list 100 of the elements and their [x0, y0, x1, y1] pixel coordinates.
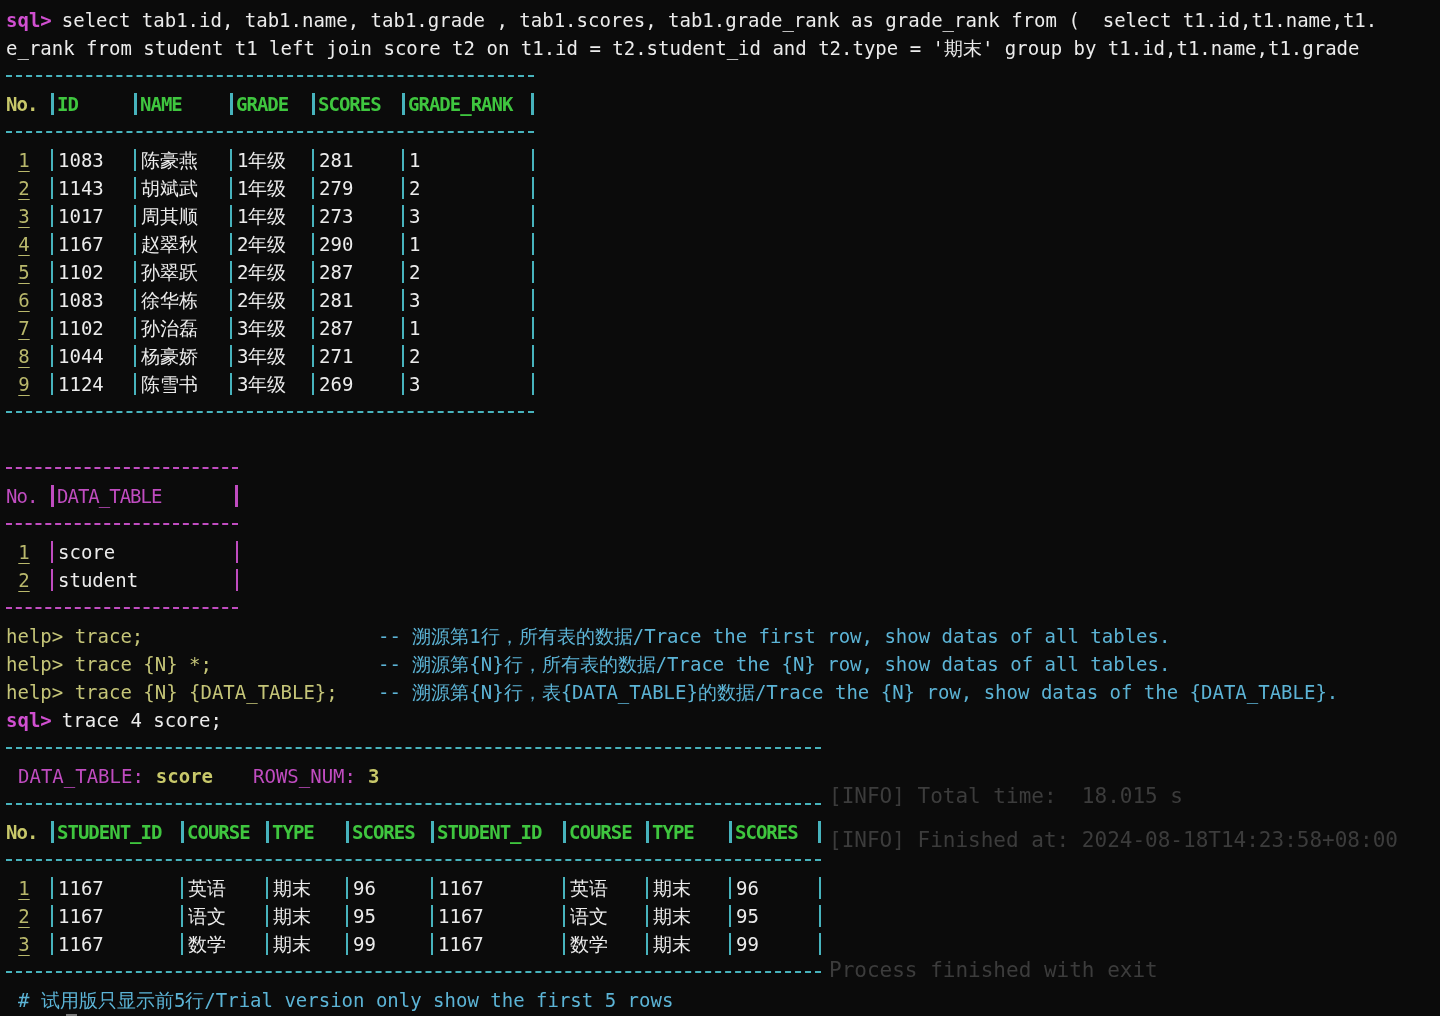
table-cell-text: 269 — [319, 372, 354, 397]
help-command: help> trace {N} *; — [6, 652, 213, 677]
command-text: trace 4 score; — [61, 708, 222, 733]
table-cell-text: student — [58, 568, 139, 593]
table-cell-text: 英语 — [570, 876, 608, 901]
table-cell-text: score — [58, 540, 116, 565]
row-number: 3 — [17, 932, 31, 957]
table-cell-text: 3年级 — [237, 316, 287, 341]
table-cell-text: 3年级 — [237, 344, 287, 369]
prompt: sql> — [6, 8, 52, 33]
table-cell-text: 3 — [409, 288, 421, 313]
column-header: No. — [6, 484, 38, 509]
row-number: 9 — [17, 372, 31, 397]
help-command: help> trace; — [6, 624, 145, 649]
column-header: GRADE — [236, 92, 289, 117]
table-cell-text: 1 — [409, 316, 421, 341]
table-cell-text: 英语 — [188, 876, 226, 901]
table-cell-text: 数学 — [188, 932, 226, 957]
table-cell-text: 期末 — [273, 876, 311, 901]
row-number: 4 — [17, 232, 31, 257]
table-cell-text: 1年级 — [237, 204, 287, 229]
table-cell-text: 99 — [736, 932, 759, 957]
row-number: 2 — [17, 904, 31, 929]
prompt: sql> — [6, 708, 52, 733]
table-cell-text: 1102 — [58, 316, 104, 341]
row-number: 2 — [17, 568, 31, 593]
column-header: ID — [57, 92, 78, 117]
table-cell-text: 胡斌武 — [141, 176, 198, 201]
table-cell-text: 期末 — [653, 876, 691, 901]
table-cell-text: 2年级 — [237, 260, 287, 285]
help-description: -- 溯源第{N}行，表{DATA_TABLE}的数据/Trace the {N} row, show datas of the {DATA_TABLE}. — [378, 680, 1339, 706]
help-description: -- 溯源第1行，所有表的数据/Trace the first row, show datas of all tables. — [378, 624, 1171, 649]
table-cell-text: 数学 — [570, 932, 608, 957]
table-cell-text: 287 — [319, 316, 354, 341]
table-cell-text: 95 — [353, 904, 376, 929]
column-header: TYPE — [272, 820, 314, 845]
column-header: STUDENT_ID — [437, 820, 542, 846]
column-header: SCORES — [352, 820, 415, 845]
table-cell-text: 1167 — [438, 932, 484, 957]
table-cell-text: 281 — [319, 148, 354, 173]
table-cell-text: 96 — [736, 876, 759, 901]
row-number: 5 — [17, 260, 31, 285]
table-cell-text: 287 — [319, 260, 354, 285]
column-header: SCORES — [318, 92, 381, 117]
table-cell-text: 3 — [409, 372, 421, 397]
table-cell-text: 279 — [319, 176, 354, 201]
table-cell-text: 语文 — [188, 904, 226, 929]
table-name: score — [155, 764, 214, 789]
table-cell-text: 273 — [319, 204, 354, 229]
table-cell-text: 1 — [409, 148, 421, 173]
table-cell-text: 1167 — [58, 232, 104, 257]
column-header: GRADE_RANK — [408, 92, 513, 118]
table-cell-text: 1017 — [58, 204, 104, 229]
table-cell-text: 1167 — [58, 876, 104, 901]
table-cell-text: 1167 — [58, 932, 104, 957]
help-command: help> trace {N} {DATA_TABLE}; — [6, 680, 339, 706]
table-cell-text: 1 — [409, 232, 421, 257]
table-cell-text: 1年级 — [237, 148, 287, 173]
row-number: 2 — [17, 176, 31, 201]
table-cell-text: 2 — [409, 176, 421, 201]
table-cell-text: 1083 — [58, 288, 104, 313]
rows-count: 3 — [368, 764, 380, 789]
rows-label: ROWS_NUM: — [253, 764, 356, 790]
table-cell-text: 孙治磊 — [141, 316, 198, 341]
table-cell-text: 期末 — [653, 904, 691, 929]
table-cell-text: 期末 — [653, 932, 691, 957]
table-cell-text: 2 — [409, 344, 421, 369]
row-number: 1 — [17, 540, 31, 565]
table-cell-text: 杨豪娇 — [141, 344, 198, 369]
table-cell-text: 3 — [409, 204, 421, 229]
command-text: select tab1.id, tab1.name, tab1.grade , tab1.scores, tab1.grade_rank as grade_rank from ( select t1.id,t1.name,t1. — [61, 8, 1378, 34]
table-cell-text: 1167 — [58, 904, 104, 929]
table-cell-text: 周其顺 — [141, 204, 198, 229]
row-number: 1 — [17, 876, 31, 901]
table-cell-text: 95 — [736, 904, 759, 929]
table-cell-text: 2 — [409, 260, 421, 285]
column-header: No. — [6, 820, 38, 845]
column-header: No. — [6, 92, 38, 117]
column-header: COURSE — [569, 820, 632, 845]
table-cell-text: 99 — [353, 932, 376, 957]
row-number: 7 — [17, 316, 31, 341]
table-label: DATA_TABLE: — [18, 764, 144, 790]
table-cell-text: 281 — [319, 288, 354, 313]
table-cell-text: 徐华栋 — [141, 288, 198, 313]
trial-notice: # 试用版只显示前5行/Trial version only show the first 5 rows — [17, 988, 675, 1013]
row-number: 8 — [17, 344, 31, 369]
column-header: DATA_TABLE — [57, 484, 162, 510]
table-cell-text: 2年级 — [237, 232, 287, 257]
table-cell-text: 陈豪燕 — [141, 148, 198, 173]
table-cell-text: 1167 — [438, 904, 484, 929]
table-cell-text: 1167 — [438, 876, 484, 901]
column-header: STUDENT_ID — [57, 820, 162, 846]
table-cell-text: 1年级 — [237, 176, 287, 201]
column-header: COURSE — [187, 820, 250, 845]
table-cell-text: 期末 — [273, 904, 311, 929]
help-description: -- 溯源第{N}行，所有表的数据/Trace the {N} row, show datas of all tables. — [378, 652, 1171, 677]
column-header: NAME — [140, 92, 182, 117]
table-cell-text: 孙翠跃 — [141, 260, 198, 285]
table-cell-text: 期末 — [273, 932, 311, 957]
command-text: e_rank from student t1 left join score t2 on t1.id = t2.student_id and t2.type = '期末' group by t1.id,t1.name,t1.grade — [6, 36, 1361, 62]
